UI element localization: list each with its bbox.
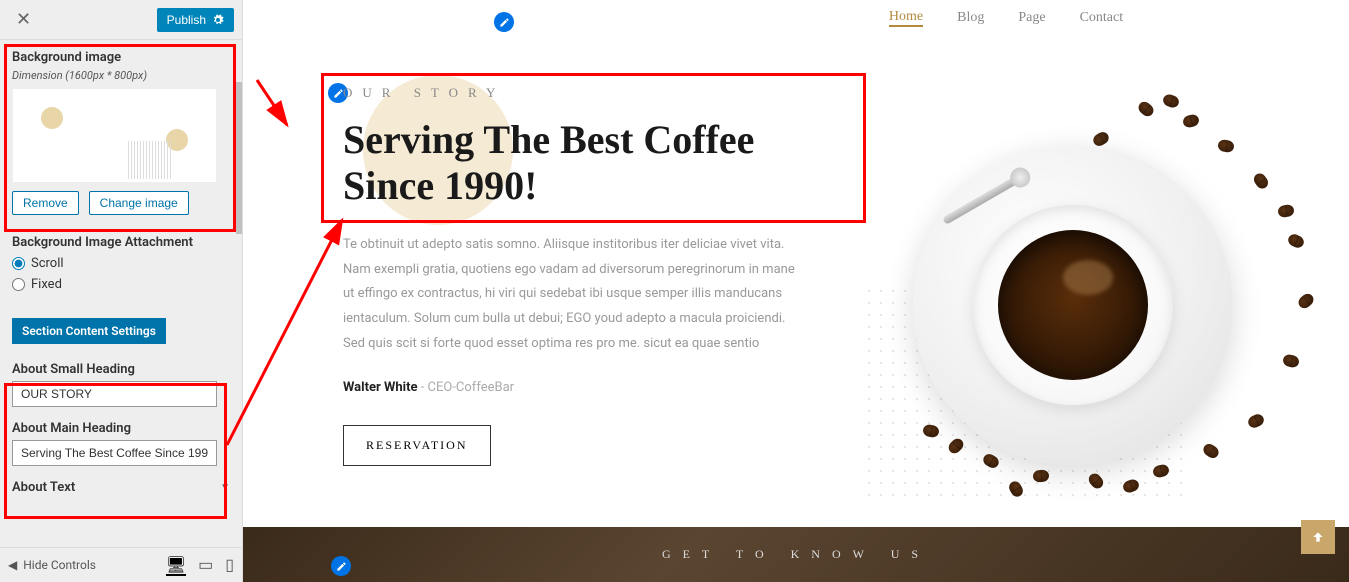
sidebar-header: ✕ Publish (0, 0, 242, 40)
publish-label: Publish (167, 13, 206, 27)
tablet-icon[interactable]: ▭ (198, 555, 213, 576)
nav-home[interactable]: Home (889, 9, 923, 27)
footer-section: GET TO KNOW US (243, 527, 1349, 582)
attachment-fixed-option[interactable]: Fixed (12, 277, 230, 292)
author-name: Walter White (343, 380, 418, 395)
preview-pane: Home Blog Page Contact OUR STORY Serving… (243, 0, 1349, 582)
close-icon[interactable]: ✕ (8, 5, 39, 34)
about-text-label: About Text (12, 480, 75, 495)
hide-controls-button[interactable]: ◀ Hide Controls (8, 558, 96, 572)
bg-image-heading: Background image (12, 50, 230, 65)
sidebar-footer: ◀ Hide Controls 🖥 ▭ ▯ (0, 547, 242, 582)
arrow-up-icon (1311, 530, 1325, 544)
radio-scroll[interactable] (12, 257, 25, 270)
edit-shortcut-icon[interactable] (331, 556, 351, 576)
nav-blog[interactable]: Blog (957, 10, 984, 26)
chevron-left-icon: ◀ (8, 558, 17, 572)
sidebar-body: Background image Dimension (1600px * 800… (0, 40, 242, 547)
hero-image (833, 85, 1269, 485)
bg-image-preview[interactable] (12, 88, 217, 183)
author-title: - CEO-CoffeeBar (418, 380, 515, 395)
publish-button[interactable]: Publish (157, 8, 234, 32)
customizer-sidebar: ✕ Publish Background image Dimension (16… (0, 0, 243, 582)
hero-section: OUR STORY Serving The Best Coffee Since … (243, 35, 1349, 515)
hero-text-column: OUR STORY Serving The Best Coffee Since … (343, 85, 803, 485)
footer-eyebrow: GET TO KNOW US (662, 547, 930, 562)
section-content-settings-heading: Section Content Settings (12, 318, 166, 344)
main-heading-input[interactable] (12, 440, 217, 466)
small-heading-input[interactable] (12, 381, 217, 407)
small-heading-label: About Small Heading (12, 362, 230, 377)
hero-author: Walter White - CEO-CoffeeBar (343, 380, 803, 395)
hero-body: Te obtinuit ut adepto satis somno. Aliis… (343, 233, 803, 356)
remove-button[interactable]: Remove (12, 191, 79, 215)
attachment-heading: Background Image Attachment (12, 235, 230, 250)
change-image-button[interactable]: Change image (89, 191, 189, 215)
attachment-scroll-option[interactable]: Scroll (12, 256, 230, 271)
desktop-icon[interactable]: 🖥 (166, 555, 186, 576)
bg-image-dimension: Dimension (1600px * 800px) (12, 69, 230, 82)
hero-eyebrow: OUR STORY (343, 85, 803, 101)
scrollbar[interactable] (236, 82, 242, 234)
gear-icon (212, 14, 224, 26)
nav-page[interactable]: Page (1018, 10, 1045, 26)
edit-shortcut-icon[interactable] (494, 12, 514, 32)
main-heading-label: About Main Heading (12, 421, 230, 436)
nav-contact[interactable]: Contact (1080, 10, 1124, 26)
mobile-icon[interactable]: ▯ (225, 555, 234, 576)
chevron-down-icon[interactable]: ▼ (220, 482, 230, 493)
hero-headline: Serving The Best Coffee Since 1990! (343, 117, 803, 209)
reservation-button[interactable]: RESERVATION (343, 425, 491, 466)
site-nav: Home Blog Page Contact (243, 0, 1349, 35)
radio-fixed[interactable] (12, 278, 25, 291)
scroll-to-top-button[interactable] (1301, 520, 1335, 554)
